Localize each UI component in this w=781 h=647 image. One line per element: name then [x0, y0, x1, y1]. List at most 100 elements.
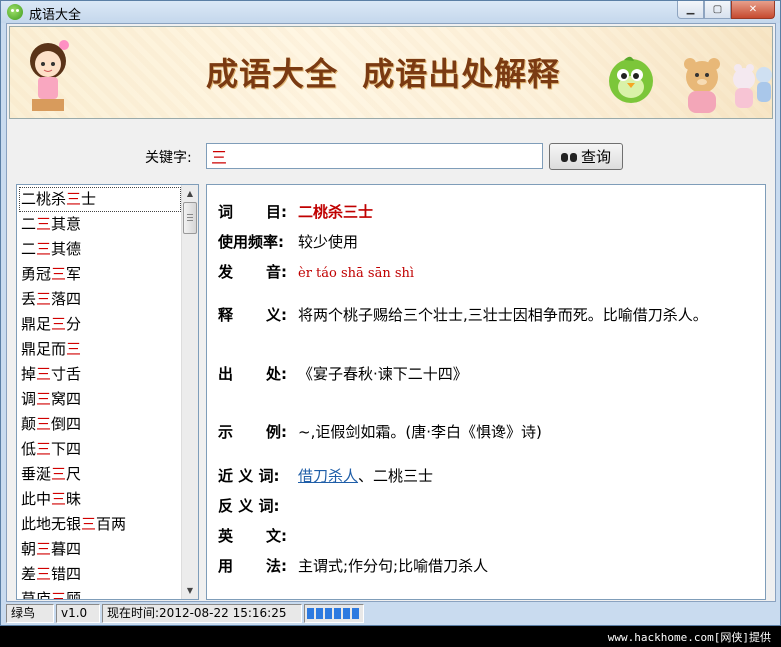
title-bar[interactable]: 成语大全 ▁ ▢ ✕: [1, 1, 780, 23]
list-item-text: 勇冠: [21, 265, 52, 283]
maximize-button[interactable]: ▢: [704, 1, 731, 19]
progress-block: [307, 608, 314, 619]
list-item-text: 掉: [21, 365, 37, 383]
progress-block: [334, 608, 341, 619]
status-name: 绿鸟: [6, 604, 54, 623]
list-item[interactable]: 鼎足三分: [17, 312, 183, 337]
status-version: v1.0: [56, 604, 100, 623]
list-item-keyword: 三: [51, 465, 67, 483]
girl-doll-icon: [30, 40, 69, 111]
list-item[interactable]: 朝三暮四: [17, 537, 183, 562]
list-item-keyword: 三: [36, 415, 52, 433]
example-label: 示 例:: [218, 421, 298, 442]
list-item-text: 草庐: [21, 590, 52, 600]
usage-label-b: 法:: [266, 557, 287, 575]
meaning-row: 释 义: 将两个桃子赐给三个壮士,三壮士因相争而死。比喻借刀杀人。: [218, 304, 708, 325]
list-item-text: 寸舌: [51, 365, 82, 383]
list-item-keyword: 三: [36, 215, 52, 233]
usage-label-a: 用: [218, 557, 234, 575]
list-item[interactable]: 调三窝四: [17, 387, 183, 412]
close-button[interactable]: ✕: [731, 1, 775, 19]
scroll-thumb[interactable]: [183, 202, 197, 234]
list-item[interactable]: 勇冠三军: [17, 262, 183, 287]
example-label-a: 示: [218, 423, 234, 441]
list-item[interactable]: 草庐三顾: [17, 587, 183, 600]
word-row: 词 目: 二桃杀三士: [218, 201, 373, 222]
list-item-text: 垂涎: [21, 465, 52, 483]
list-item-keyword: 三: [51, 490, 67, 508]
list-item-keyword: 三: [36, 440, 52, 458]
minimize-button[interactable]: ▁: [677, 1, 704, 19]
pronunciation-label: 发 音:: [218, 261, 298, 282]
search-button[interactable]: 查询: [549, 143, 623, 170]
banner: 成语大全 成语出处解释: [9, 26, 773, 119]
list-item-text: 调: [21, 390, 37, 408]
list-item[interactable]: 掉三寸舌: [17, 362, 183, 387]
list-item-text: 二: [21, 240, 37, 258]
progress-block: [343, 608, 350, 619]
list-item-text: 暮四: [51, 540, 82, 558]
list-item[interactable]: 此中三昧: [17, 487, 183, 512]
list-item-text: 窝四: [51, 390, 82, 408]
client-area: 成语大全 成语出处解释 关键字: 三 查询 二桃杀三士 二三其意 二三其德 勇冠…: [6, 23, 776, 602]
list-item-text: 此地无银: [21, 515, 82, 533]
pronunciation-label-a: 发: [218, 263, 234, 281]
source-value: 《宴子春秋·谏下二十四》: [298, 365, 468, 383]
keyword-label: 关键字:: [145, 150, 192, 166]
list-item-text: 倒四: [51, 415, 82, 433]
list-item[interactable]: 低三下四: [17, 437, 183, 462]
list-item-text: 二: [21, 215, 37, 233]
list-item-keyword: 三: [66, 340, 82, 358]
frequency-label: 使用频率:: [218, 233, 284, 251]
word-label-b: 目:: [266, 203, 287, 221]
list-item[interactable]: 此地无银三百两: [17, 512, 183, 537]
list-item[interactable]: 二三其德: [17, 237, 183, 262]
scroll-up-icon[interactable]: ▲: [182, 185, 198, 202]
usage-row: 用 法: 主谓式;作分句;比喻借刀杀人: [218, 555, 488, 576]
status-time: 现在时间:2012-08-22 15:16:25: [102, 604, 302, 623]
antonym-label: 反 义 词:: [218, 497, 280, 515]
progress-block: [352, 608, 359, 619]
list-item[interactable]: 二桃杀三士: [19, 187, 181, 212]
list-item-text: 鼎足而: [21, 340, 67, 358]
idiom-list[interactable]: 二桃杀三士 二三其意 二三其德 勇冠三军 丢三落四 鼎足三分 鼎足而三 掉三寸舌 调三窝四 颠三倒…: [16, 184, 199, 600]
list-item[interactable]: 鼎足而三: [17, 337, 183, 362]
synonym-link[interactable]: 借刀杀人: [298, 467, 358, 485]
list-item[interactable]: 二三其意: [17, 212, 183, 237]
teddy-bears-icon: [684, 58, 772, 113]
source-row: 出 处: 《宴子春秋·谏下二十四》: [218, 363, 468, 384]
list-item-keyword: 三: [36, 290, 52, 308]
synonym-row: 近 义 词: 借刀杀人、二桃三士: [218, 465, 433, 486]
list-item-keyword: 三: [66, 190, 82, 208]
scroll-down-icon[interactable]: ▼: [182, 582, 198, 599]
list-item-text: 军: [66, 265, 82, 283]
word-label: 词 目:: [218, 201, 298, 222]
pronunciation-row: 发 音: èr táo shā sān shì: [218, 261, 414, 282]
green-bird-icon: [609, 56, 653, 103]
word-value: 二桃杀三士: [298, 203, 374, 221]
keyword-input[interactable]: [206, 143, 543, 169]
example-value: ~,讵假剑如霜。(唐·李白《惧谗》诗): [298, 423, 542, 441]
list-item-keyword: 三: [51, 315, 67, 333]
search-row: 关键字: 查询: [7, 143, 775, 173]
list-item-text: 顾: [66, 590, 82, 600]
list-item-text: 此中: [21, 490, 52, 508]
status-progress-bar: [304, 604, 364, 623]
list-item[interactable]: 颠三倒四: [17, 412, 183, 437]
list-scrollbar[interactable]: ▲ ▼: [181, 185, 198, 599]
list-item[interactable]: 丢三落四: [17, 287, 183, 312]
window-controls: ▁ ▢ ✕: [677, 1, 775, 19]
footer-watermark: www.hackhome.com[网侠]提供: [607, 631, 771, 644]
list-item-text: 其德: [51, 240, 82, 258]
list-item-text: 百两: [96, 515, 127, 533]
list-item[interactable]: 垂涎三尺: [17, 462, 183, 487]
list-item-text: 朝: [21, 540, 37, 558]
window-title: 成语大全: [29, 8, 82, 23]
frequency-value: 较少使用: [298, 233, 359, 251]
list-item[interactable]: 差三错四: [17, 562, 183, 587]
usage-label: 用 法:: [218, 555, 298, 576]
progress-block: [325, 608, 332, 619]
app-icon: [7, 4, 23, 20]
app-window: 成语大全 ▁ ▢ ✕ 成语大全 成语出处解释 关键字: 三 查询 二桃杀三士 二…: [0, 0, 781, 626]
list-item-text: 差: [21, 565, 37, 583]
